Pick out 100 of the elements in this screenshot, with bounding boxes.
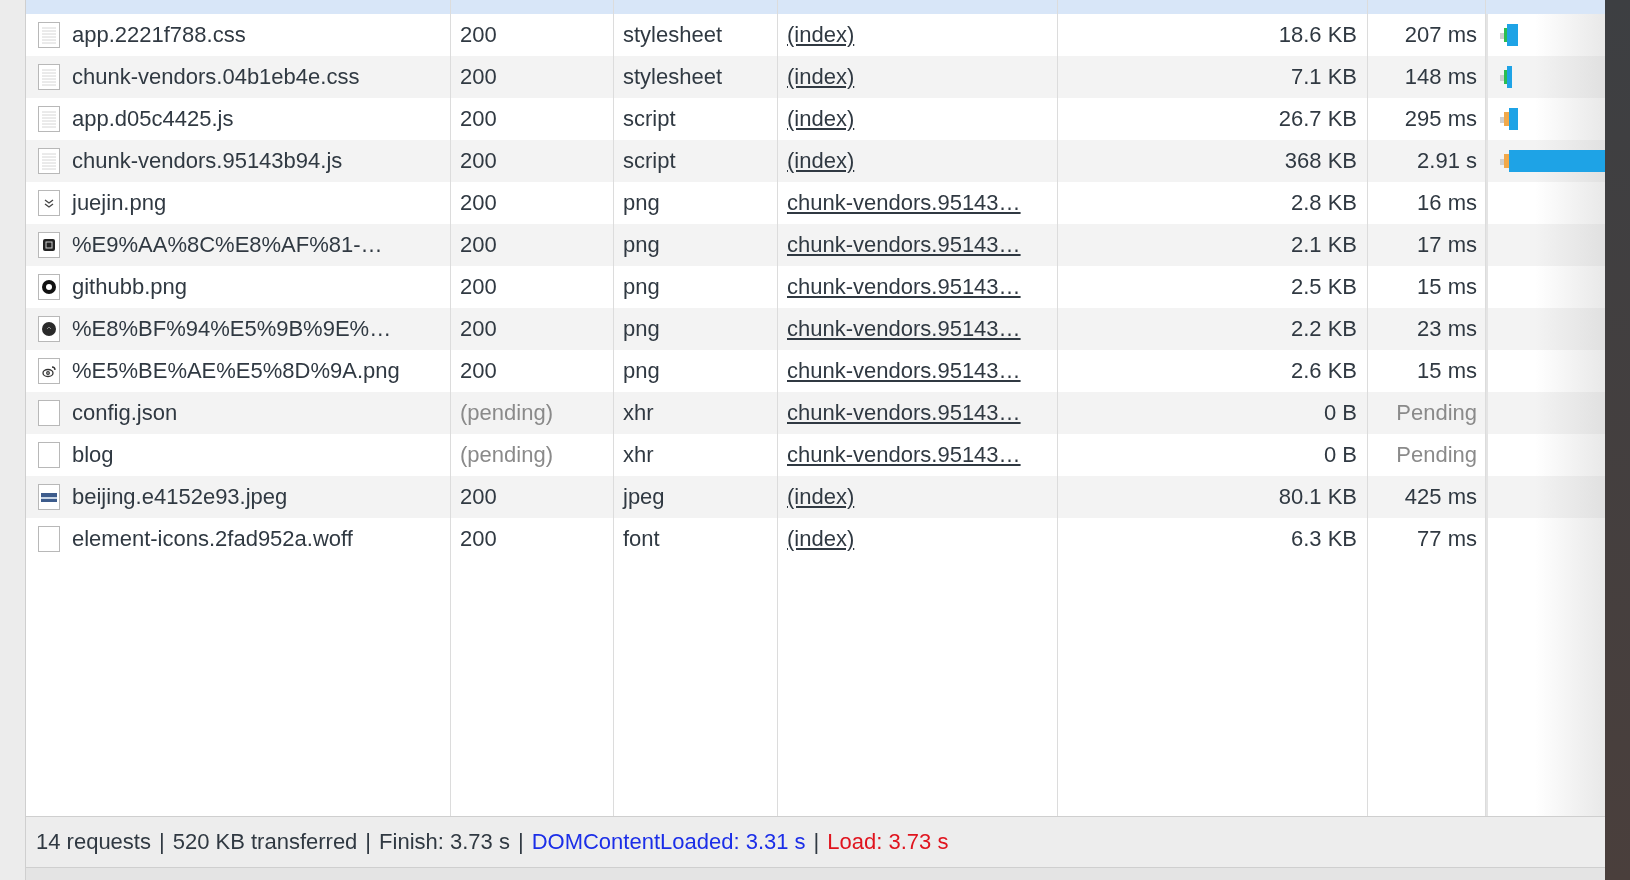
request-time: 425 ms <box>1404 484 1477 510</box>
status-code: 200 <box>460 358 497 384</box>
transfer-size: 2.5 KB <box>1290 274 1357 300</box>
status-code: 200 <box>460 232 497 258</box>
request-time: 148 ms <box>1404 64 1477 90</box>
status-code: 200 <box>460 316 497 342</box>
file-name[interactable]: blog <box>72 442 114 468</box>
request-time: 17 ms <box>1417 232 1477 258</box>
request-time: 295 ms <box>1404 106 1477 132</box>
initiator-link[interactable]: chunk-vendors.95143… <box>787 190 1021 216</box>
blank-file-icon <box>38 400 60 426</box>
transfer-size: 2.2 KB <box>1290 316 1357 342</box>
document-icon <box>38 148 60 174</box>
initiator-link[interactable]: chunk-vendors.95143… <box>787 400 1021 426</box>
file-name[interactable]: %E9%AA%8C%E8%AF%81-… <box>72 232 383 258</box>
image-file-icon <box>38 232 60 258</box>
status-code: 200 <box>460 190 497 216</box>
initiator-link[interactable]: chunk-vendors.95143… <box>787 232 1021 258</box>
transfer-size: 18.6 KB <box>1278 22 1357 48</box>
transfer-size: 6.3 KB <box>1290 526 1357 552</box>
document-icon <box>38 106 60 132</box>
request-type: stylesheet <box>623 22 723 48</box>
document-icon <box>38 64 60 90</box>
initiator-link[interactable]: (index) <box>787 148 855 174</box>
initiator-link[interactable]: chunk-vendors.95143… <box>787 316 1021 342</box>
request-time: Pending <box>1396 400 1477 426</box>
timing-bar <box>1500 24 1518 46</box>
transfer-size: 2.8 KB <box>1290 190 1357 216</box>
image-file-icon <box>38 484 60 510</box>
request-time: 15 ms <box>1417 358 1477 384</box>
initiator-link[interactable]: chunk-vendors.95143… <box>787 274 1021 300</box>
file-name[interactable]: element-icons.2fad952a.woff <box>72 526 353 552</box>
request-time: 16 ms <box>1417 190 1477 216</box>
transfer-size: 0 B <box>1323 400 1357 426</box>
file-name[interactable]: %E8%BF%94%E5%9B%9E%… <box>72 316 392 342</box>
request-type: png <box>623 190 660 216</box>
document-icon <box>38 22 60 48</box>
file-name[interactable]: chunk-vendors.04b1eb4e.css <box>72 64 360 90</box>
status-summary: Load: 3.73 s <box>827 829 949 855</box>
image-file-icon <box>38 358 60 384</box>
request-time: 2.91 s <box>1417 148 1477 174</box>
file-name[interactable]: app.2221f788.css <box>72 22 246 48</box>
request-type: png <box>623 358 660 384</box>
separator: | <box>517 829 524 855</box>
file-name[interactable]: %E5%BE%AE%E5%8D%9A.png <box>72 358 400 384</box>
request-time: 77 ms <box>1417 526 1477 552</box>
transfer-size: 7.1 KB <box>1290 64 1357 90</box>
timing-bar <box>1500 108 1518 130</box>
file-name[interactable]: app.d05c4425.js <box>72 106 234 132</box>
status-summary: 14 requests <box>36 829 151 855</box>
status-code: 200 <box>460 274 497 300</box>
initiator-link[interactable]: chunk-vendors.95143… <box>787 358 1021 384</box>
status-summary: Finish: 3.73 s <box>379 829 510 855</box>
file-name[interactable]: juejin.png <box>72 190 167 216</box>
status-code: 200 <box>460 22 497 48</box>
file-name[interactable]: chunk-vendors.95143b94.js <box>72 148 343 174</box>
request-type: png <box>623 232 660 258</box>
initiator-link[interactable]: (index) <box>787 484 855 510</box>
status-code: 200 <box>460 148 497 174</box>
file-name[interactable]: config.json <box>72 400 178 426</box>
image-file-icon <box>38 274 60 300</box>
request-time: 207 ms <box>1404 22 1477 48</box>
initiator-link[interactable]: (index) <box>787 526 855 552</box>
image-file-icon <box>38 190 60 216</box>
initiator-link[interactable]: chunk-vendors.95143… <box>787 442 1021 468</box>
status-summary: DOMContentLoaded: 3.31 s <box>531 829 806 855</box>
request-type: png <box>623 316 660 342</box>
separator: | <box>365 829 372 855</box>
selected-row[interactable] <box>26 0 1605 14</box>
transfer-size: 80.1 KB <box>1278 484 1357 510</box>
initiator-link[interactable]: (index) <box>787 64 855 90</box>
status-code: (pending) <box>460 442 553 468</box>
transfer-size: 2.6 KB <box>1290 358 1357 384</box>
initiator-link[interactable]: (index) <box>787 106 855 132</box>
request-type: stylesheet <box>623 64 723 90</box>
separator: | <box>813 829 820 855</box>
request-time: 15 ms <box>1417 274 1477 300</box>
status-code: 200 <box>460 106 497 132</box>
blank-file-icon <box>38 526 60 552</box>
timing-bar <box>1500 66 1512 88</box>
image-file-icon <box>38 316 60 342</box>
separator: | <box>158 829 165 855</box>
status-code: 200 <box>460 526 497 552</box>
status-code: (pending) <box>460 400 553 426</box>
request-time: 23 ms <box>1417 316 1477 342</box>
status-summary: 520 KB transferred <box>172 829 358 855</box>
request-type: xhr <box>623 442 654 468</box>
initiator-link[interactable]: (index) <box>787 22 855 48</box>
request-type: jpeg <box>623 484 665 510</box>
transfer-size: 2.1 KB <box>1290 232 1357 258</box>
request-type: xhr <box>623 400 654 426</box>
status-code: 200 <box>460 484 497 510</box>
request-type: script <box>623 148 676 174</box>
transfer-size: 0 B <box>1323 442 1357 468</box>
transfer-size: 368 KB <box>1284 148 1357 174</box>
status-code: 200 <box>460 64 497 90</box>
file-name[interactable]: githubb.png <box>72 274 187 300</box>
request-type: png <box>623 274 660 300</box>
file-name[interactable]: beijing.e4152e93.jpeg <box>72 484 288 510</box>
request-type: font <box>623 526 660 552</box>
